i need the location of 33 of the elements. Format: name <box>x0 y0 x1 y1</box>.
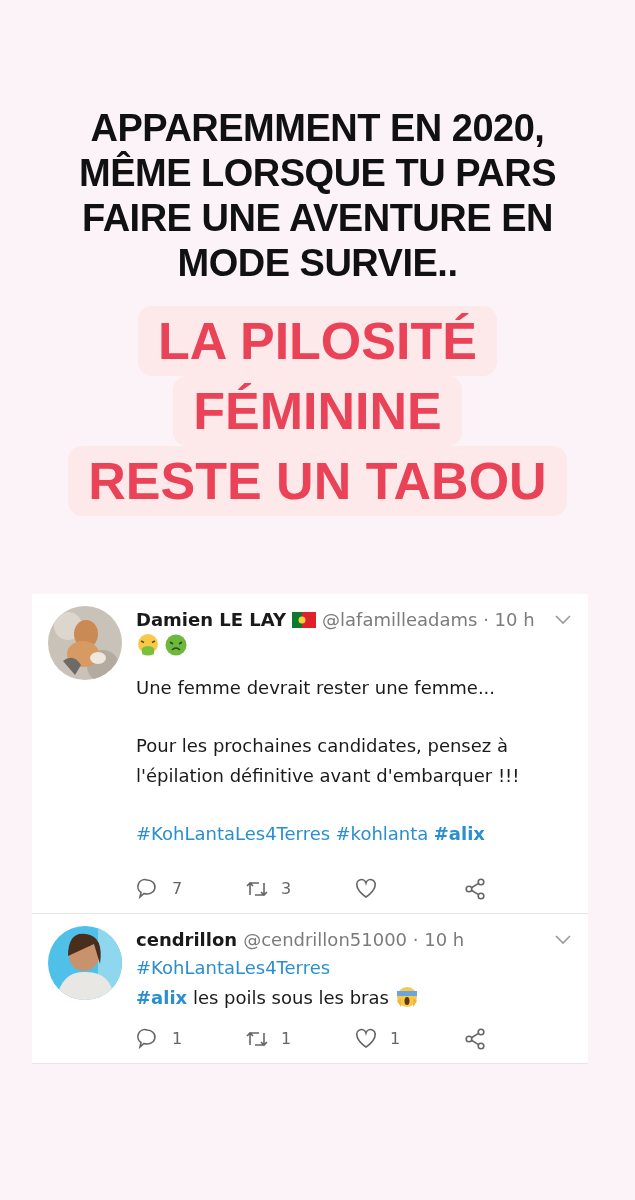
heart-icon[interactable] <box>354 1027 378 1051</box>
hashtag-link[interactable]: #alix <box>136 987 188 1008</box>
chevron-down-icon[interactable] <box>554 933 572 946</box>
highlight-text: RESTE UN TABOU <box>68 446 567 516</box>
hashtag-link[interactable]: #kohlanta <box>335 823 429 844</box>
user-handle: @lafamilleadams · 10 h <box>322 608 535 632</box>
hashtag-link[interactable]: #alix <box>433 823 485 844</box>
headline-text: APPAREMMENT EN 2020, <box>90 107 545 149</box>
retweet-count: 3 <box>281 878 292 900</box>
retweet-count: 1 <box>281 1028 292 1050</box>
chevron-down-icon[interactable] <box>554 613 572 626</box>
share-icon[interactable] <box>463 877 487 901</box>
tweet-text: #alix les poils sous les bras <box>136 983 572 1013</box>
heart-icon[interactable] <box>354 877 378 901</box>
share-icon[interactable] <box>463 1027 487 1051</box>
sick-face-icon <box>164 633 188 657</box>
reply-count: 7 <box>172 878 183 900</box>
headline-text: MODE SURVIE.. <box>177 242 458 284</box>
reply-count: 1 <box>172 1028 183 1050</box>
headline-text: MÊME LORSQUE TU PARS <box>79 152 556 194</box>
tweet-text: Pour les prochaines candidates, pensez à l'épilation définitive avant d'embarquer !!! <box>136 734 521 788</box>
hashtag-link[interactable]: #KohLantaLes4Terres <box>136 823 331 844</box>
user-handle: @cendrillon51000 · 10 h <box>243 928 465 952</box>
vomit-face-icon <box>136 633 160 657</box>
tweet-text: Une femme devrait rester une femme... <box>136 676 497 700</box>
user-name: cendrillon <box>136 928 238 952</box>
scream-face-icon <box>394 985 419 1009</box>
like-count: 1 <box>390 1028 401 1050</box>
highlight-text: FÉMININE <box>173 376 462 446</box>
highlight-text: LA PILOSITÉ <box>138 306 497 376</box>
hashtag-link[interactable]: #KohLantaLes4Terres <box>136 957 331 978</box>
user-name: Damien LE LAY <box>136 608 287 632</box>
headline-text: FAIRE UNE AVENTURE EN <box>82 197 553 239</box>
